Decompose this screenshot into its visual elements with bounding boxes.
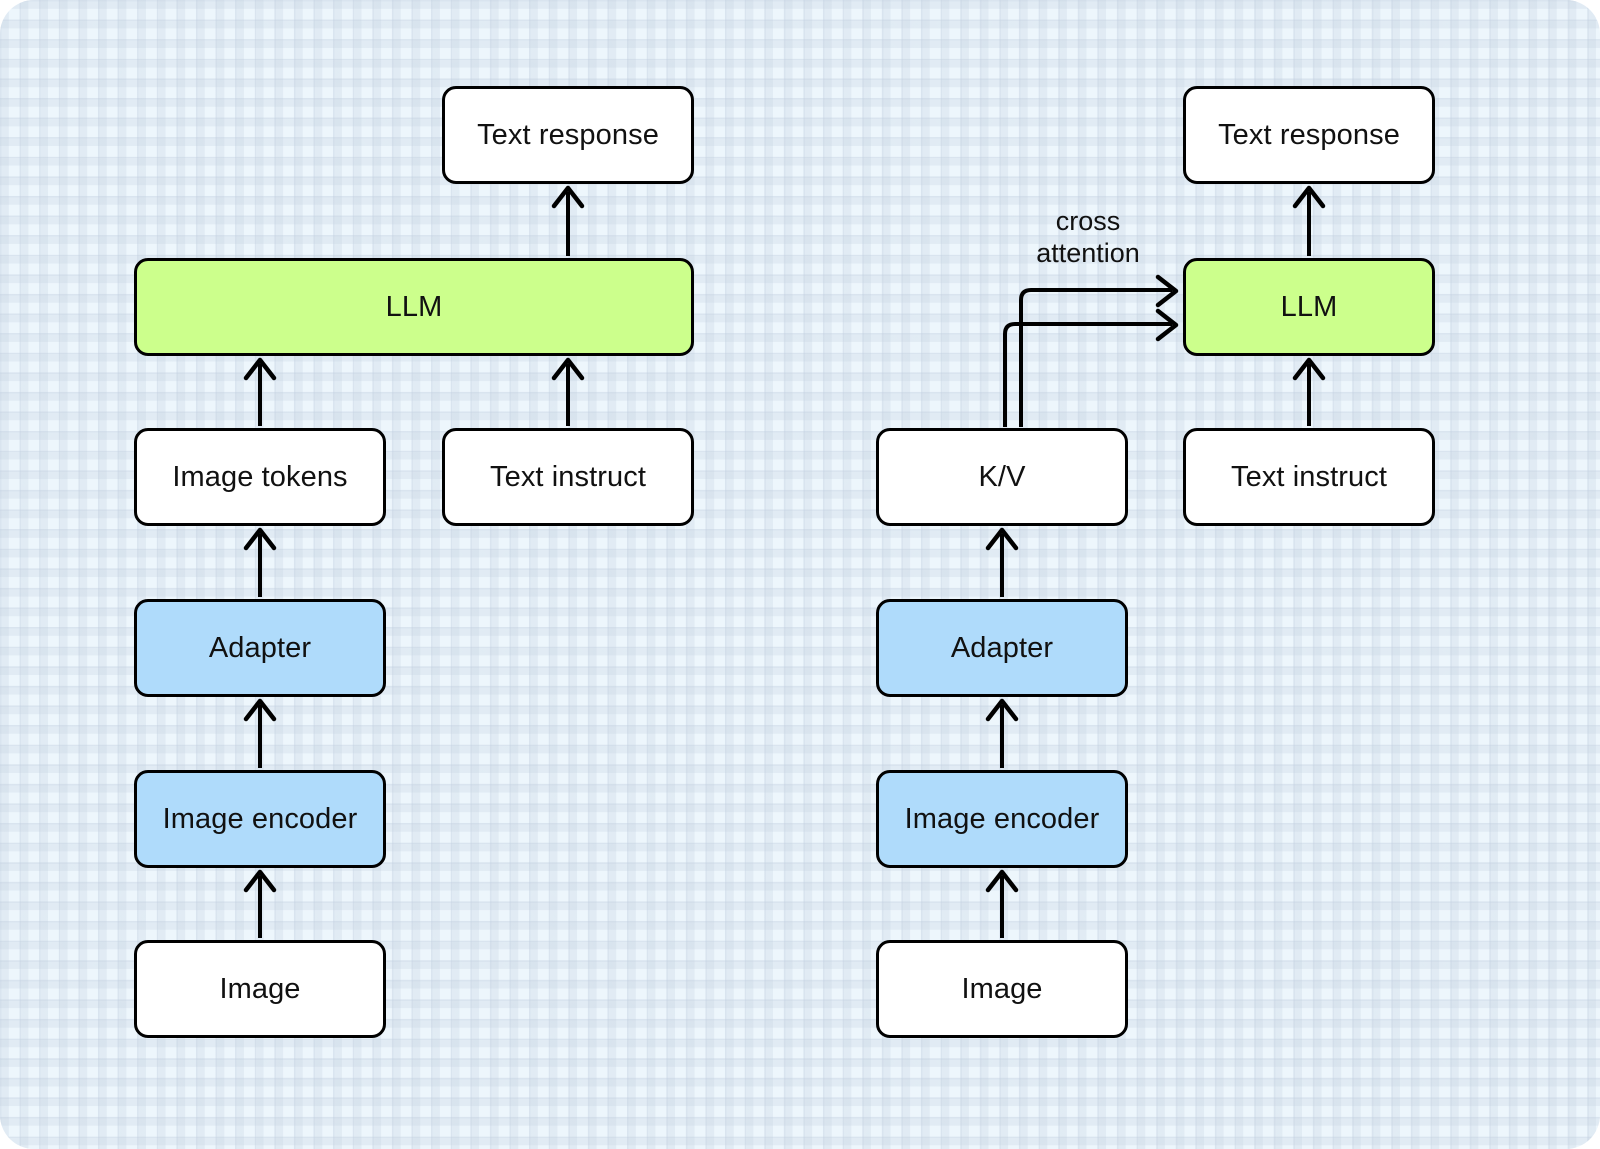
edge-right-text-instruct-to-llm [1292, 357, 1326, 426]
diagram-canvas: Image Image encoder Adapter Image tokens… [0, 0, 1600, 1149]
node-image-encoder-left[interactable]: Image encoder [134, 770, 386, 868]
node-text-instruct-right[interactable]: Text instruct [1183, 428, 1435, 526]
node-label: LLM [385, 290, 443, 323]
edge-left-text-instruct-to-llm [551, 357, 585, 426]
node-image-right[interactable]: Image [876, 940, 1128, 1038]
node-label: Adapter [208, 631, 312, 664]
node-label: Adapter [950, 631, 1054, 664]
node-image-encoder-right[interactable]: Image encoder [876, 770, 1128, 868]
edge-left-encoder-to-adapter [243, 698, 277, 768]
edge-right-llm-to-text-response [1292, 185, 1326, 256]
node-llm-left[interactable]: LLM [134, 258, 694, 356]
edge-left-adapter-to-image-tokens [243, 527, 277, 597]
node-label: Image encoder [162, 802, 358, 835]
edge-right-kv-to-llm-cross-attention [1003, 274, 1179, 427]
node-label: Text instruct [489, 460, 646, 493]
node-adapter-left[interactable]: Adapter [134, 599, 386, 697]
cross-attention-label: cross attention [1036, 206, 1140, 268]
edge-right-image-to-encoder [985, 869, 1019, 938]
node-label: Text response [477, 118, 659, 151]
node-label: K/V [978, 460, 1026, 493]
node-text-instruct-left[interactable]: Text instruct [442, 428, 694, 526]
edge-left-image-tokens-to-llm [243, 357, 277, 426]
node-image-tokens-left[interactable]: Image tokens [134, 428, 386, 526]
node-label: Image tokens [172, 460, 348, 493]
node-text-response-left[interactable]: Text response [442, 86, 694, 184]
node-text-response-right[interactable]: Text response [1183, 86, 1435, 184]
node-label: Image encoder [904, 802, 1100, 835]
edge-right-adapter-to-kv [985, 527, 1019, 597]
node-adapter-right[interactable]: Adapter [876, 599, 1128, 697]
node-label: Image [219, 972, 301, 1005]
edge-left-llm-to-text-response [551, 185, 585, 256]
edge-right-encoder-to-adapter [985, 698, 1019, 768]
node-kv-right[interactable]: K/V [876, 428, 1128, 526]
node-label: Image [961, 972, 1043, 1005]
node-llm-right[interactable]: LLM [1183, 258, 1435, 356]
node-image-left[interactable]: Image [134, 940, 386, 1038]
edge-left-image-to-encoder [243, 869, 277, 938]
node-label: Text instruct [1230, 460, 1387, 493]
node-label: LLM [1280, 290, 1338, 323]
node-label: Text response [1218, 118, 1400, 151]
